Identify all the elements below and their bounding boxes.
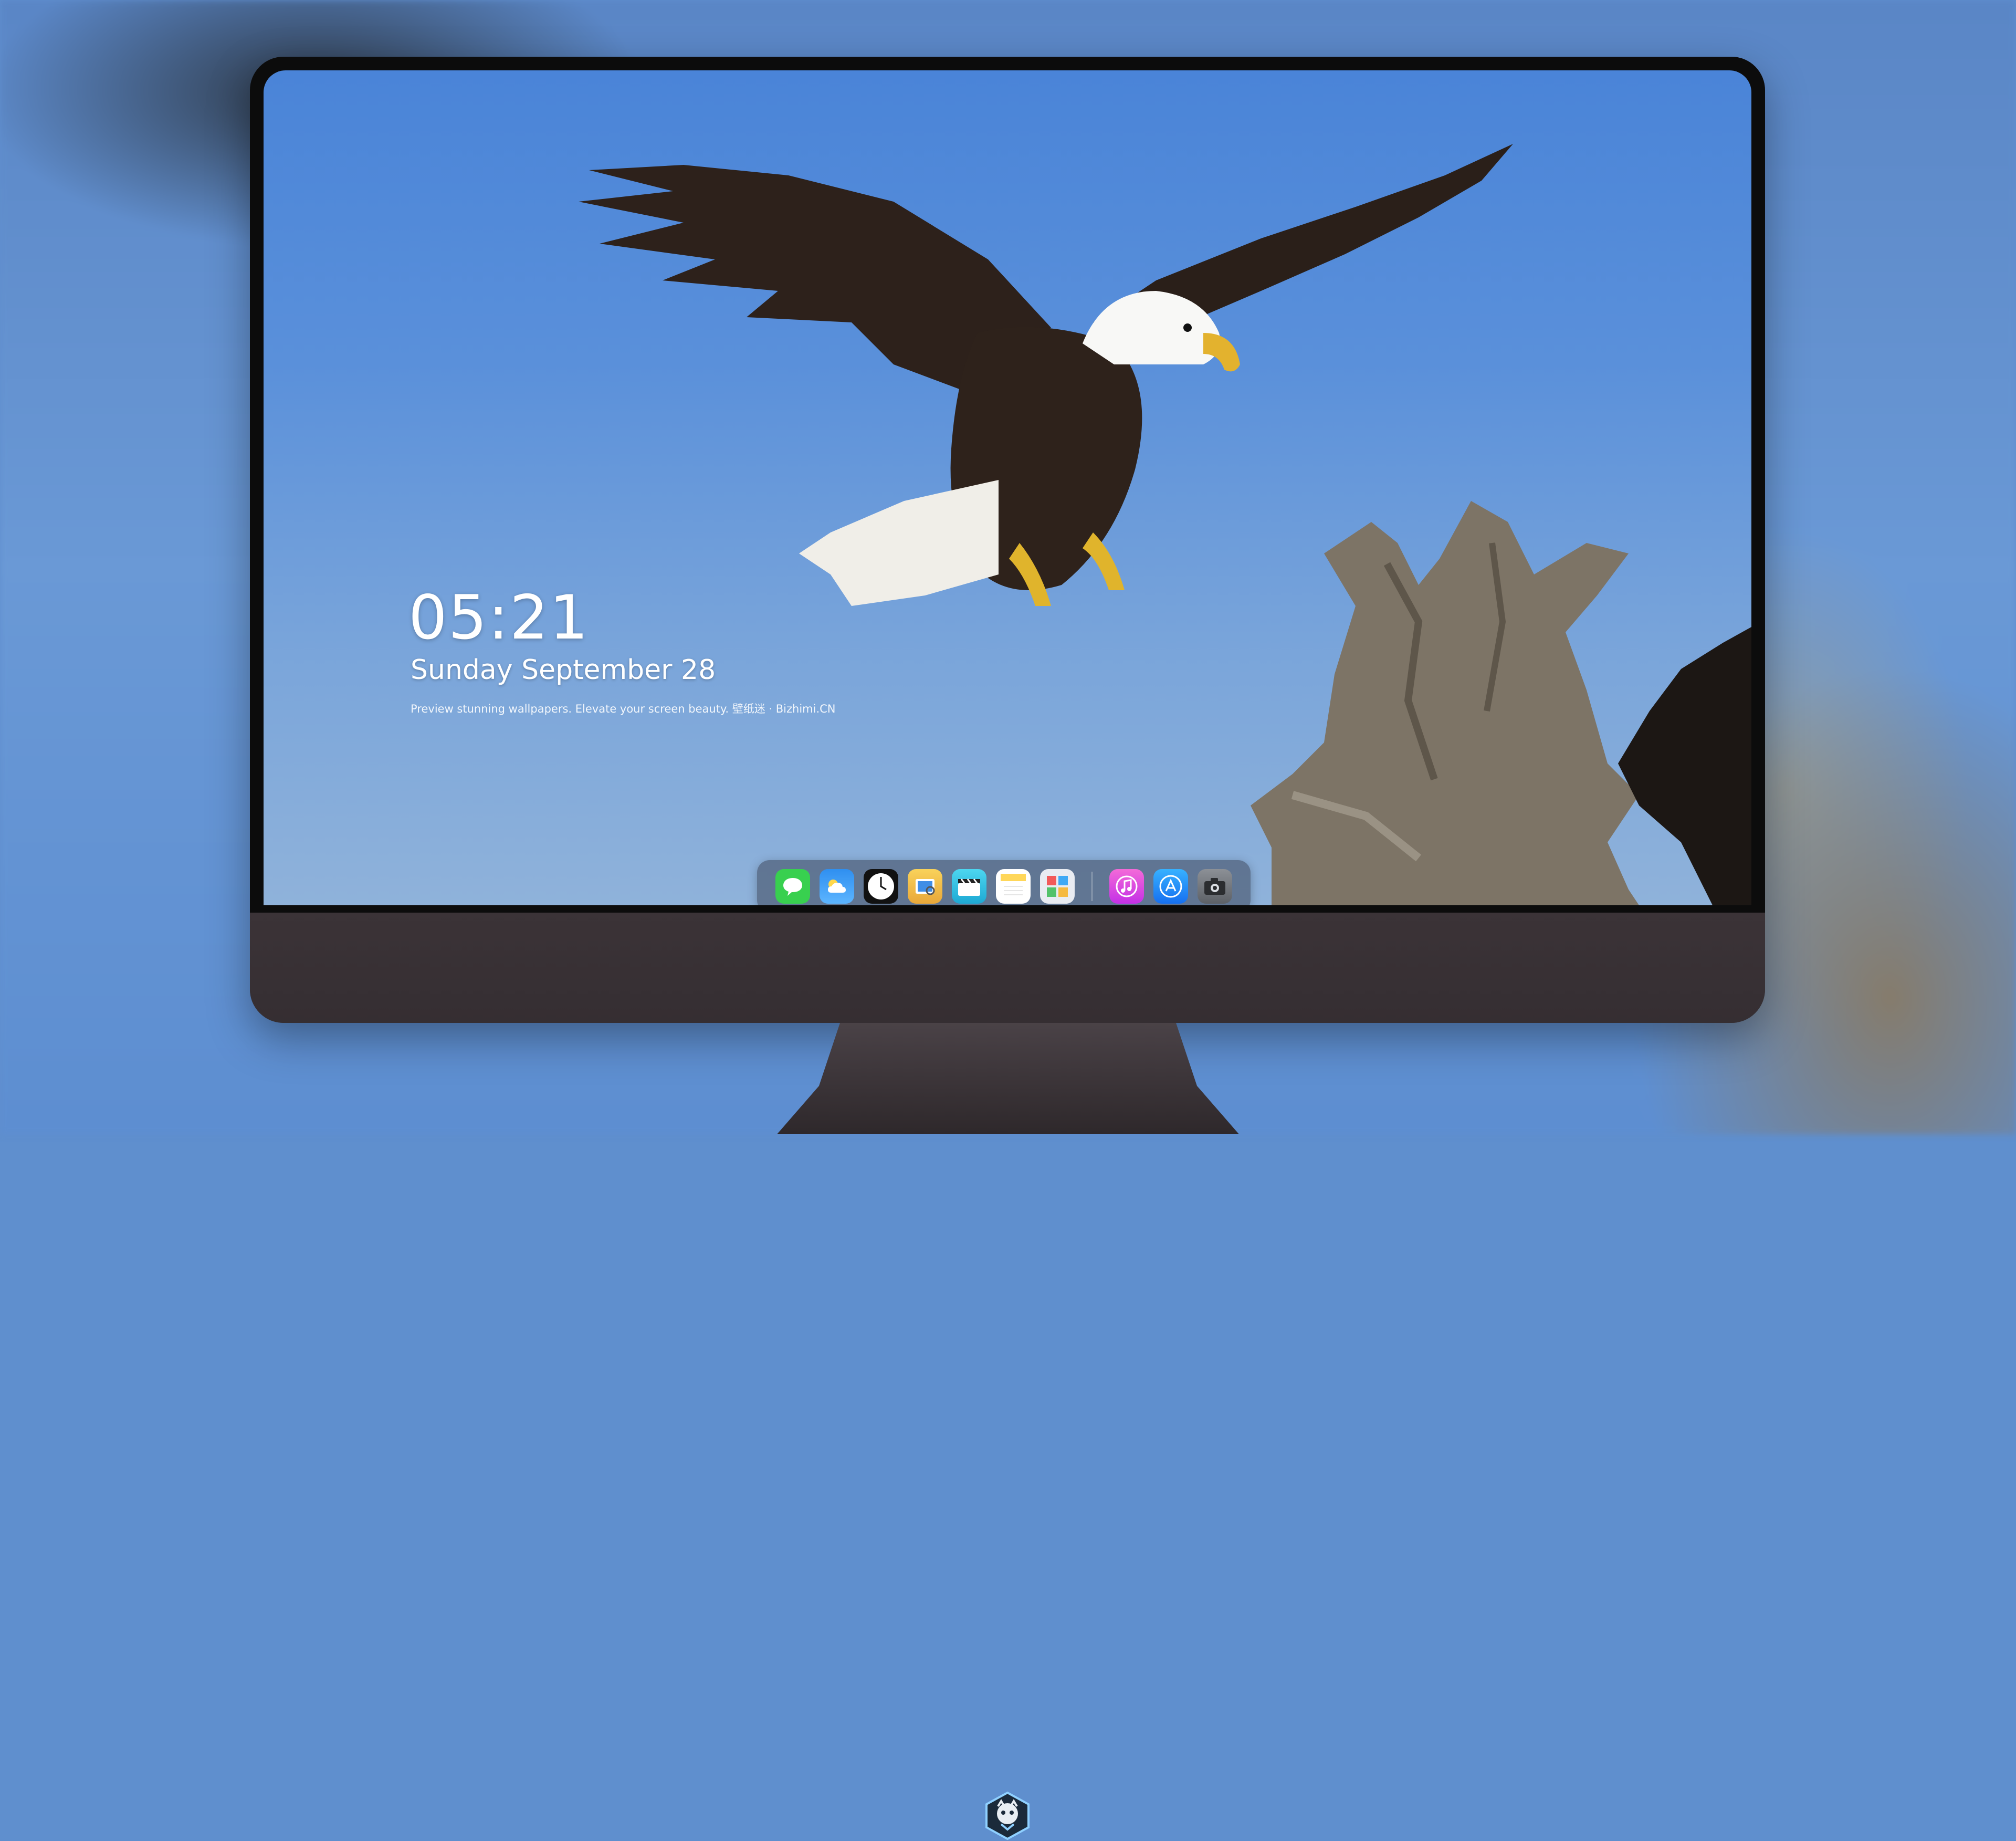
tree-stump <box>1251 501 1639 905</box>
weather-icon[interactable] <box>820 869 854 904</box>
eagle-partial-right <box>1618 627 1751 905</box>
camera-icon[interactable] <box>1198 869 1232 904</box>
messages-icon[interactable] <box>775 869 810 904</box>
app-store-icon[interactable] <box>1153 869 1188 904</box>
lock-date: Sunday September 28 <box>411 654 716 686</box>
notes-icon[interactable] <box>996 869 1031 904</box>
preview-icon[interactable] <box>908 869 942 904</box>
monitor-stand <box>777 1023 1239 1134</box>
music-icon[interactable] <box>1109 869 1144 904</box>
monitor-chin <box>250 913 1765 1840</box>
wallpaper-eagle <box>579 144 1751 905</box>
lock-time: 05:21 <box>408 582 590 653</box>
clock-icon[interactable] <box>864 869 898 904</box>
photo-booth-icon[interactable] <box>1040 869 1075 904</box>
clips-icon[interactable] <box>952 869 986 904</box>
monitor: 05:21 Sunday September 28 Preview stunni… <box>250 57 1765 1840</box>
dock-separator <box>1091 872 1093 901</box>
dock <box>757 860 1251 905</box>
lock-screen: 05:21 Sunday September 28 Preview stunni… <box>264 70 1751 905</box>
brand-logo-icon <box>985 1791 1030 1840</box>
monitor-bezel: 05:21 Sunday September 28 Preview stunni… <box>250 57 1765 913</box>
wallpaper-tagline: Preview stunning wallpapers. Elevate you… <box>411 703 836 715</box>
